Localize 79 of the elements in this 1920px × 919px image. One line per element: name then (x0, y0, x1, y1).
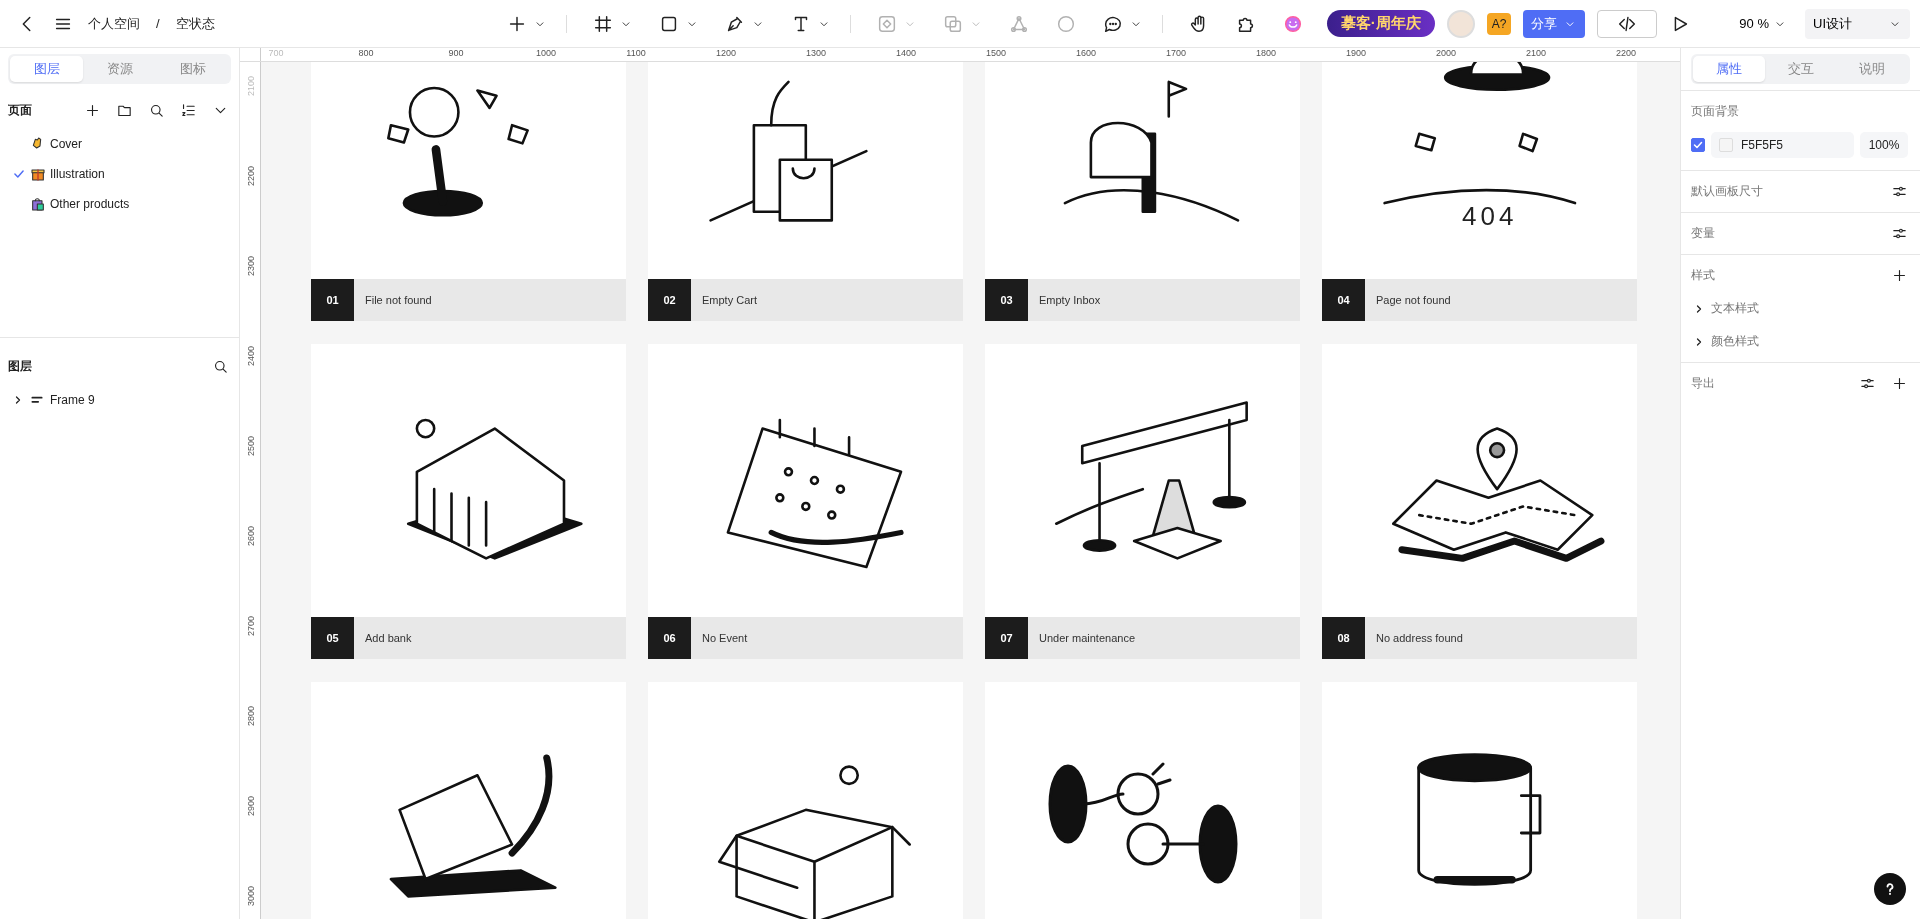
ruler-label: 1100 (625, 48, 647, 58)
ruler-label: 1500 (985, 48, 1007, 58)
ruler-label: 1300 (805, 48, 827, 58)
card-title: Empty Cart (702, 294, 757, 306)
checkbox[interactable] (1691, 138, 1705, 152)
promo-banner[interactable]: 摹客·周年庆 (1326, 10, 1435, 37)
card-number: 01 (311, 279, 354, 321)
ruler-label: 1000 (535, 48, 557, 58)
ruler-label: 2000 (1435, 48, 1457, 58)
section-title: 图层 (8, 358, 32, 375)
section-title: 页面背景 (1691, 104, 1739, 118)
gift-emoji-icon (30, 166, 46, 182)
card-number: 06 (648, 617, 691, 659)
ruler-label: 2100 (1525, 48, 1547, 58)
card-number: 02 (648, 279, 691, 321)
style-group-item[interactable]: 文本样式 (1691, 300, 1908, 317)
add-icon[interactable] (84, 102, 101, 119)
page-item[interactable]: Cover (0, 129, 239, 159)
ruler-label: 1700 (1165, 48, 1187, 58)
search-icon[interactable] (212, 358, 229, 375)
opacity-field[interactable]: 100% (1860, 132, 1908, 158)
card-number: 07 (985, 617, 1028, 659)
add-icon[interactable] (1891, 267, 1908, 284)
ruler-label: 900 (447, 48, 465, 58)
ruler-label: 800 (357, 48, 375, 58)
card-title: Empty Inbox (1039, 294, 1101, 306)
share-button[interactable]: 分享 (1523, 9, 1586, 38)
numbered-list-icon[interactable] (180, 102, 197, 119)
card-title: No address found (1376, 632, 1463, 644)
add-icon[interactable] (1891, 375, 1908, 392)
ruler-label: 2600 (246, 525, 256, 548)
search-icon[interactable] (148, 102, 165, 119)
card-number: 03 (985, 279, 1028, 321)
ruler-label: 1600 (1075, 48, 1097, 58)
ruler-label: 2700 (246, 615, 256, 638)
card-number: 04 (1322, 279, 1365, 321)
card-title: Add bank (365, 632, 412, 644)
ruler-label: 2500 (246, 435, 256, 458)
ruler-label: 1400 (895, 48, 917, 58)
illustration-caption: 404 (1462, 201, 1518, 232)
ruler-label: 1200 (715, 48, 737, 58)
ruler-label: 2400 (246, 345, 256, 368)
ruler-label: 3000 (246, 885, 256, 908)
card-number: 05 (311, 617, 354, 659)
panel-tab[interactable]: 属性 (1693, 56, 1765, 82)
breadcrumb-link[interactable]: 个人空间 (88, 14, 140, 33)
section-title: 页面 (8, 102, 32, 119)
code-button[interactable] (1597, 9, 1658, 38)
ruler-label: 2200 (1615, 48, 1637, 58)
mode-dropdown[interactable]: UI设计 (1805, 8, 1910, 39)
page-item[interactable]: Other products (0, 189, 239, 219)
bag-emoji-icon (30, 196, 46, 212)
ruler-label: 2200 (246, 165, 256, 188)
card-title: Page not found (1376, 294, 1451, 306)
ruler-label: 2900 (246, 795, 256, 818)
help-button[interactable] (1874, 873, 1906, 905)
page-item[interactable]: Illustration (0, 159, 239, 189)
zoom-dropdown[interactable]: 90 % (1733, 15, 1793, 32)
section-title: 变量 (1691, 225, 1715, 242)
ruler-label: 2300 (246, 255, 256, 278)
breadcrumb-separator: / (156, 16, 160, 31)
style-group-item[interactable]: 颜色样式 (1691, 333, 1908, 350)
card-title: Under maintenance (1039, 632, 1135, 644)
card-title: No Event (702, 632, 748, 644)
ruler-label: 2100 (246, 75, 256, 98)
section-title: 样式 (1691, 267, 1715, 284)
panel-tab[interactable]: 图层 (10, 56, 83, 82)
ruler-label: 1900 (1345, 48, 1367, 58)
ruler-label: 2800 (246, 705, 256, 728)
file-title: 空状态 (175, 14, 215, 33)
section-title: 默认画板尺寸 (1691, 183, 1763, 200)
card-number: 08 (1322, 617, 1365, 659)
card-title: File not found (365, 294, 432, 306)
ruler-label: 700 (267, 48, 285, 58)
section-title: 导出 (1691, 375, 1715, 392)
ai-badge[interactable]: A? (1486, 12, 1512, 35)
layer-item[interactable]: Frame 9 (0, 385, 239, 415)
ruler-label: 1800 (1255, 48, 1277, 58)
color-field[interactable]: F5F5F5 (1711, 132, 1854, 158)
